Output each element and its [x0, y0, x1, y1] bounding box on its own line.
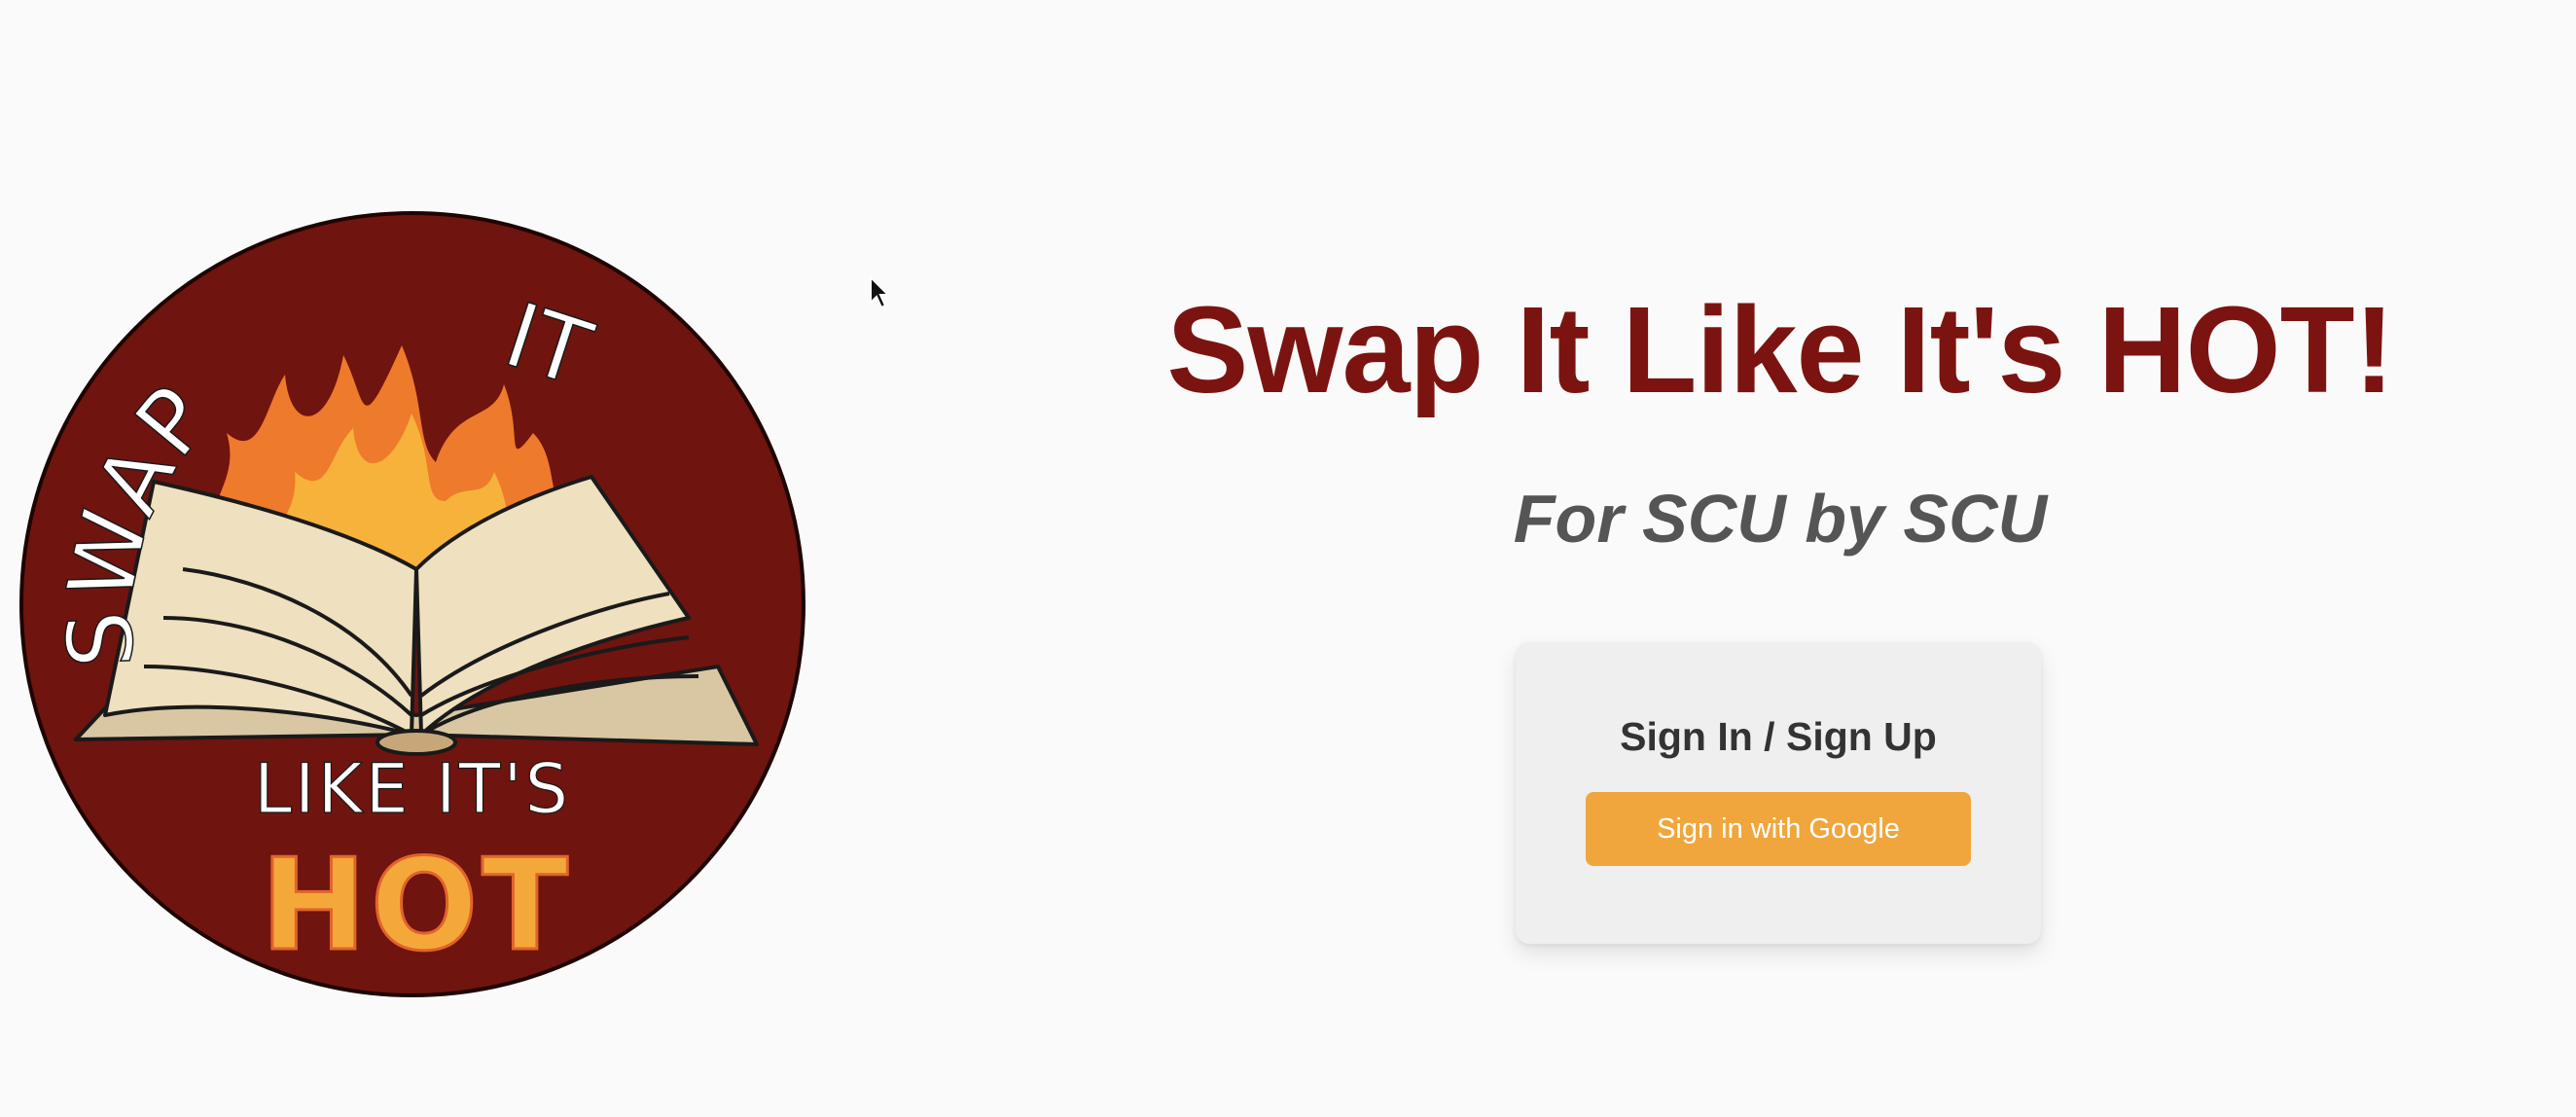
page-subtitle: For SCU by SCU — [1513, 481, 2048, 557]
logo-text-like-its: LIKE IT'S — [254, 749, 571, 829]
auth-heading: Sign In / Sign Up — [1620, 714, 1937, 759]
hero-section: Swap It Like It's HOT! For SCU by SCU — [1070, 272, 2490, 562]
auth-card: Sign In / Sign Up Sign in with Google — [1516, 642, 2041, 944]
swap-it-logo: SWAP IT LIKE IT'S HOT — [18, 209, 807, 999]
landing-page: SWAP IT LIKE IT'S HOT Swap It Like It's … — [0, 0, 2576, 1117]
google-sign-in-button[interactable]: Sign in with Google — [1586, 792, 1971, 866]
mouse-pointer-icon — [869, 274, 892, 310]
page-title: Swap It Like It's HOT! — [1166, 281, 2394, 418]
logo-text-hot: HOT — [261, 831, 572, 979]
logo-graphic: SWAP IT LIKE IT'S HOT — [19, 211, 805, 997]
